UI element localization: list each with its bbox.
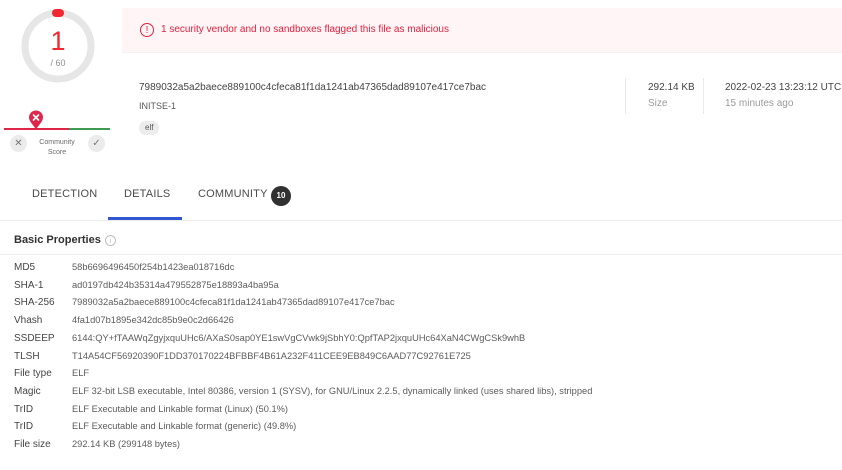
vote-harmful-button[interactable]: ✕ (10, 135, 27, 152)
property-key: TrID (14, 421, 34, 433)
property-value: ELF (72, 368, 90, 379)
malicious-alert-banner: ! 1 security vendor and no sandboxes fla… (122, 8, 842, 53)
property-key: TLSH (14, 350, 40, 362)
community-score-bar-negative (4, 128, 69, 130)
section-title: Basic Properties (14, 234, 101, 246)
property-value[interactable]: 4fa1d07b1895e342dc85b9e0c2d66426 (72, 315, 234, 325)
vote-harmless-button[interactable]: ✓ (88, 135, 105, 152)
divider (625, 78, 626, 114)
file-size-value: 292.14 KB (648, 82, 695, 93)
info-icon[interactable]: i (105, 235, 116, 246)
detection-count: 1 (50, 26, 66, 56)
property-key: File size (14, 439, 51, 450)
property-row-trid: TrID ELF Executable and Linkable format … (14, 421, 840, 439)
property-row-file-type: File type ELF (14, 368, 840, 386)
divider (703, 78, 704, 114)
alert-message: 1 security vendor and no sandboxes flagg… (161, 24, 449, 35)
property-row-sha256: SHA-256 7989032a5a2baece889100c4cfeca81f… (14, 297, 840, 315)
detection-score-panel: 1 / 60 ✕ Community Score ✓ (0, 0, 116, 162)
exclamation-circle-icon: ! (140, 23, 154, 37)
community-score-bar-positive (69, 128, 110, 130)
property-row-trid: TrID ELF Executable and Linkable format … (14, 404, 840, 422)
tab-community[interactable]: COMMUNITY (198, 188, 268, 200)
tab-detection[interactable]: DETECTION (32, 188, 97, 200)
file-size-label: Size (648, 98, 668, 109)
close-pin-icon (29, 110, 43, 129)
property-value[interactable]: ad0197db424b35314a479552875e18893a4ba95a (72, 280, 279, 290)
file-name: INITSE-1 (139, 101, 177, 111)
property-value: ELF 32-bit LSB executable, Intel 80386, … (72, 385, 593, 396)
community-score-label: Community Score (28, 138, 86, 158)
property-value: ELF Executable and Linkable format (Linu… (72, 403, 289, 414)
property-value: ELF Executable and Linkable format (gene… (72, 421, 297, 432)
property-key: SHA-256 (14, 297, 55, 309)
property-key: Magic (14, 385, 41, 397)
community-score-label-line2: Score (47, 149, 67, 156)
property-row-vhash: Vhash 4fa1d07b1895e342dc85b9e0c2d66426 (14, 315, 840, 333)
check-icon: ✓ (92, 138, 101, 149)
file-info-card: ! 1 security vendor and no sandboxes fla… (122, 8, 842, 150)
file-tag[interactable]: elf (139, 121, 160, 135)
property-row-sha1: SHA-1 ad0197db424b35314a479552875e18893a… (14, 280, 840, 298)
property-key: File type (14, 368, 52, 380)
property-value[interactable]: 7989032a5a2baece889100c4cfeca81f1da1241a… (72, 297, 395, 307)
property-row-magic: Magic ELF 32-bit LSB executable, Intel 8… (14, 386, 840, 404)
community-score-label-line1: Community (39, 139, 75, 146)
property-value[interactable]: 6144:QY+fTAAWqZgyjxquUHc6/AXaS0sap0YE1sw… (72, 333, 525, 343)
property-row-md5: MD5 58b6696496450f254b1423ea018716dc (14, 262, 840, 280)
report-tabs: DETECTION DETAILS COMMUNITY 10 (0, 162, 842, 221)
last-analysis-relative: 15 minutes ago (725, 98, 794, 109)
section-divider (0, 254, 842, 255)
property-value[interactable]: T14A54CF56920390F1DD370170224BFBBF4B61A2… (72, 351, 471, 361)
tab-details[interactable]: DETAILS (124, 188, 170, 200)
property-key: MD5 (14, 262, 36, 273)
property-key: SHA-1 (14, 279, 44, 291)
detection-total: / 60 (50, 58, 66, 68)
file-hash[interactable]: 7989032a5a2baece889100c4cfeca81f1da1241a… (139, 82, 486, 93)
property-row-file-size: File size 292.14 KB (299148 bytes) (14, 439, 840, 457)
virustotal-file-report: 1 / 60 ✕ Community Score ✓ ! 1 security … (0, 0, 842, 470)
close-icon: ✕ (14, 138, 23, 149)
property-key: TrID (14, 403, 34, 415)
property-key: SSDEEP (14, 332, 55, 344)
property-row-ssdeep: SSDEEP 6144:QY+fTAAWqZgyjxquUHc6/AXaS0sa… (14, 333, 840, 351)
property-key: Vhash (14, 315, 43, 327)
community-count-badge: 10 (271, 186, 291, 206)
property-value[interactable]: 58b6696496450f254b1423ea018716dc (72, 262, 234, 272)
active-tab-indicator (108, 217, 182, 220)
property-value: 292.14 KB (299148 bytes) (72, 439, 181, 449)
last-analysis-date: 2022-02-23 13:23:12 UTC (725, 82, 842, 93)
property-row-tlsh: TLSH T14A54CF56920390F1DD370170224BFBBF4… (14, 351, 840, 369)
